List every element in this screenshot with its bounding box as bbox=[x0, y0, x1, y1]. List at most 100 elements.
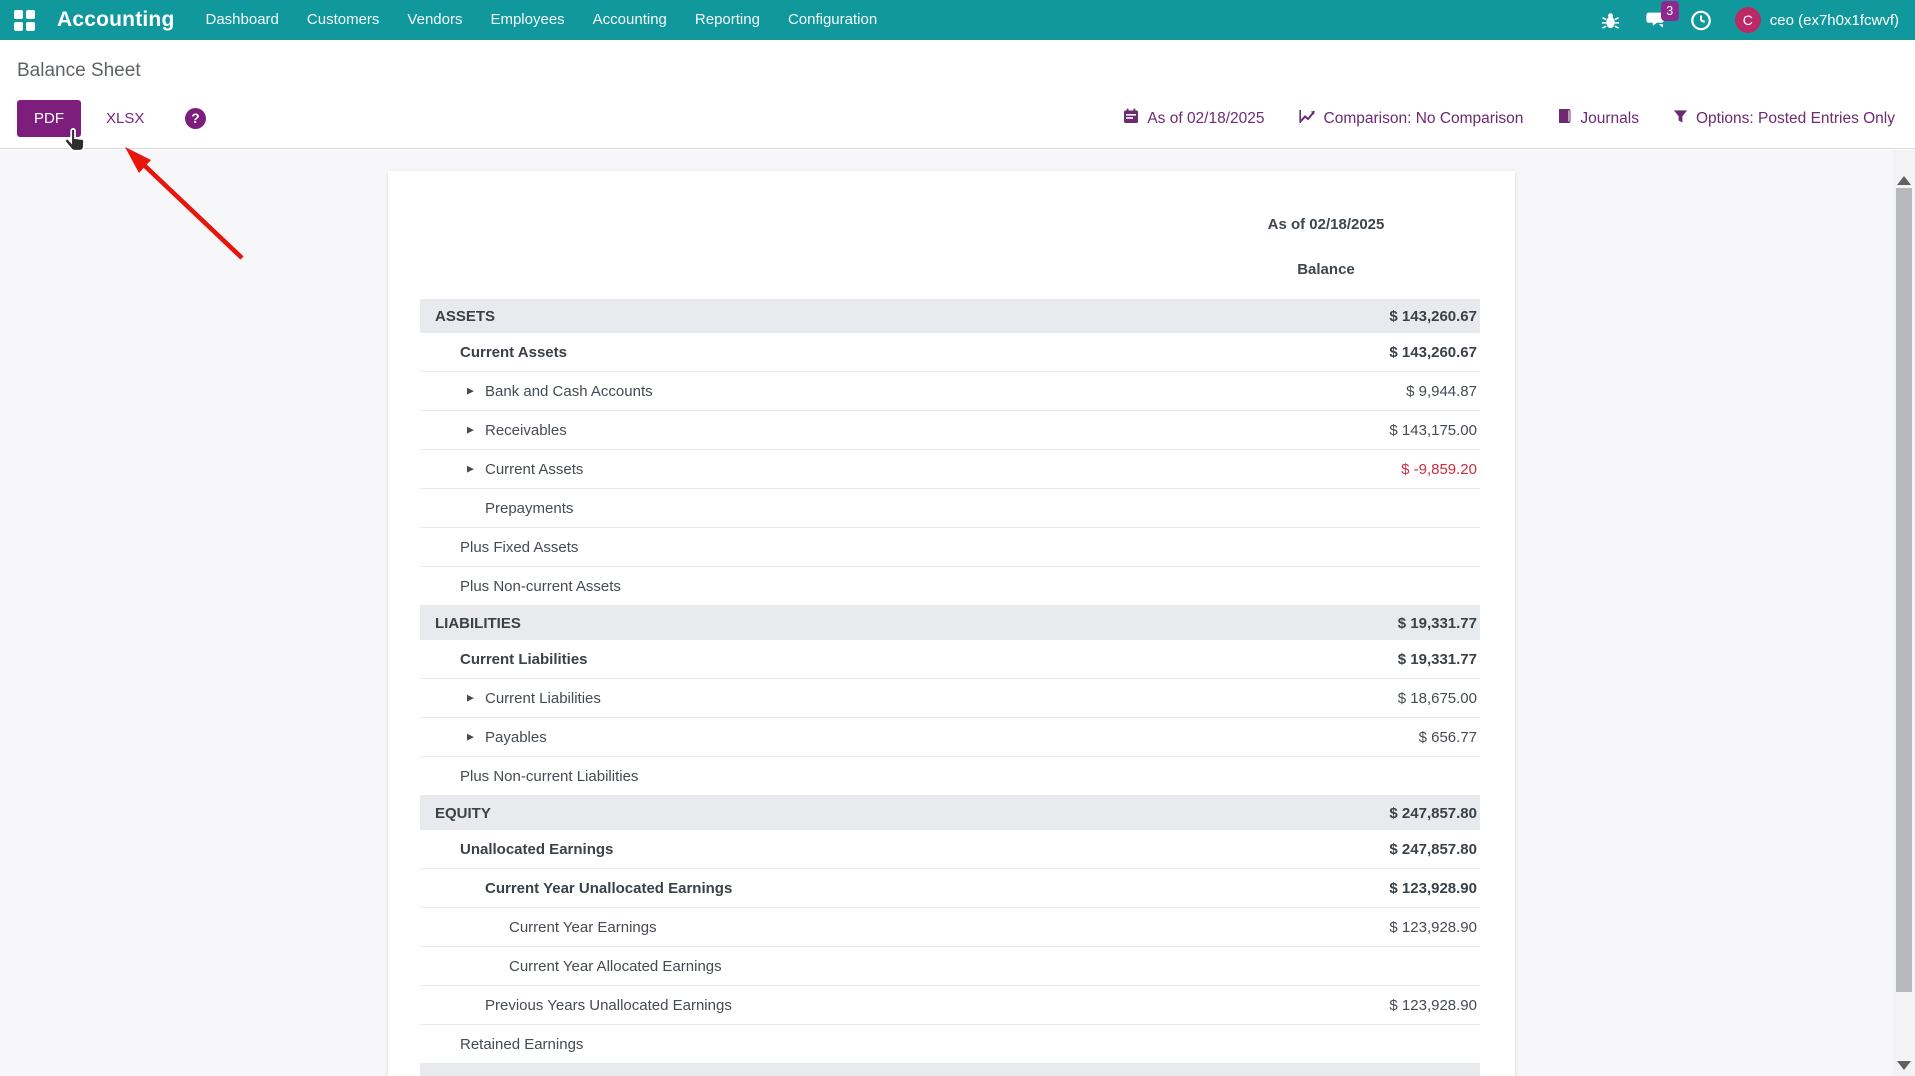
menu-item-employees[interactable]: Employees bbox=[476, 0, 578, 40]
row-label: Current Assets bbox=[420, 344, 567, 361]
avatar: C bbox=[1735, 7, 1761, 33]
row-value: $ 143,260.67 bbox=[1389, 344, 1480, 361]
row-value: $ 19,331.77 bbox=[1398, 615, 1480, 632]
menu-item-customers[interactable]: Customers bbox=[293, 0, 394, 40]
table-row: Plus Fixed Assets bbox=[420, 528, 1480, 567]
column-header-balance: Balance bbox=[1172, 251, 1480, 289]
table-row bbox=[420, 1064, 1480, 1076]
row-value: $ 143,175.00 bbox=[1389, 422, 1480, 439]
menu-item-reporting[interactable]: Reporting bbox=[681, 0, 774, 40]
table-row: EQUITY $ 247,857.80 bbox=[420, 796, 1480, 830]
help-icon[interactable]: ? bbox=[185, 108, 206, 129]
row-value: $ 143,260.67 bbox=[1389, 308, 1480, 325]
table-row: LIABILITIES $ 19,331.77 bbox=[420, 606, 1480, 640]
menu-item-dashboard[interactable]: Dashboard bbox=[192, 0, 293, 40]
scrollbar-up-arrow[interactable] bbox=[1897, 176, 1911, 185]
apps-menu-icon[interactable] bbox=[14, 10, 35, 31]
filter-journals-label: Journals bbox=[1580, 110, 1639, 128]
main-menu: Dashboard Customers Vendors Employees Ac… bbox=[192, 0, 892, 40]
row-value: $ 656.77 bbox=[1419, 729, 1480, 746]
row-label: EQUITY bbox=[420, 805, 491, 822]
table-row[interactable]: ▶Bank and Cash Accounts $ 9,944.87 bbox=[420, 372, 1480, 411]
table-row: Unallocated Earnings $ 247,857.80 bbox=[420, 830, 1480, 869]
filter-options[interactable]: Options: Posted Entries Only bbox=[1673, 109, 1895, 129]
table-row: Plus Non-current Liabilities bbox=[420, 757, 1480, 796]
balance-sheet-table: ASSETS $ 143,260.67 Current Assets $ 143,26… bbox=[420, 299, 1480, 1076]
xlsx-button[interactable]: XLSX bbox=[92, 100, 158, 137]
bug-icon[interactable] bbox=[1600, 9, 1622, 31]
menu-item-accounting[interactable]: Accounting bbox=[579, 0, 681, 40]
row-label: Current Assets bbox=[420, 461, 583, 478]
messages-icon[interactable]: 3 bbox=[1645, 9, 1667, 31]
scrollbar-thumb[interactable] bbox=[1896, 188, 1912, 992]
filter-icon bbox=[1673, 109, 1688, 129]
table-row[interactable]: ▶Payables $ 656.77 bbox=[420, 718, 1480, 757]
row-label: Plus Non-current Assets bbox=[420, 578, 621, 595]
top-navbar: Accounting Dashboard Customers Vendors E… bbox=[0, 0, 1915, 40]
row-label: Current Liabilities bbox=[420, 690, 601, 707]
row-label: ASSETS bbox=[420, 308, 495, 325]
filter-date-label: As of 02/18/2025 bbox=[1147, 110, 1264, 128]
table-row: ASSETS $ 143,260.67 bbox=[420, 299, 1480, 333]
table-row: Previous Years Unallocated Earnings $ 123… bbox=[420, 986, 1480, 1025]
breadcrumb: Balance Sheet bbox=[17, 60, 141, 82]
table-row: Retained Earnings bbox=[420, 1025, 1480, 1064]
row-label: Bank and Cash Accounts bbox=[420, 383, 653, 400]
row-label: Prepayments bbox=[420, 500, 573, 517]
filter-comparison[interactable]: Comparison: No Comparison bbox=[1299, 109, 1524, 129]
row-value: $ 18,675.00 bbox=[1398, 690, 1480, 707]
table-row[interactable]: ▶Current Assets $ -9,859.20 bbox=[420, 450, 1480, 489]
table-row[interactable]: ▶Receivables $ 143,175.00 bbox=[420, 411, 1480, 450]
report-filters: As of 02/18/2025 Comparison: No Comparis… bbox=[1123, 100, 1895, 137]
balance-sheet-card: As of 02/18/2025 Balance ASSETS $ 143,260… bbox=[388, 171, 1515, 1076]
user-menu[interactable]: C ceo (ex7h0x1fcwvf) bbox=[1735, 7, 1899, 33]
unfold-caret-icon[interactable]: ▶ bbox=[467, 732, 474, 743]
row-label: LIABILITIES bbox=[420, 615, 521, 632]
table-row: Current Year Allocated Earnings bbox=[420, 947, 1480, 986]
row-label: Current Year Unallocated Earnings bbox=[420, 880, 732, 897]
row-label: Plus Non-current Liabilities bbox=[420, 768, 638, 785]
column-header-date: As of 02/18/2025 bbox=[1172, 206, 1480, 244]
table-row[interactable]: ▶Current Liabilities $ 18,675.00 bbox=[420, 679, 1480, 718]
scrollbar-down-arrow[interactable] bbox=[1897, 1061, 1911, 1070]
row-label: Unallocated Earnings bbox=[420, 841, 613, 858]
filter-options-label: Options: Posted Entries Only bbox=[1696, 110, 1895, 128]
row-value: $ 9,944.87 bbox=[1406, 383, 1480, 400]
row-value: $ -9,859.20 bbox=[1401, 461, 1480, 478]
row-label: Current Year Allocated Earnings bbox=[420, 958, 722, 975]
menu-item-configuration[interactable]: Configuration bbox=[774, 0, 891, 40]
table-row: Prepayments bbox=[420, 489, 1480, 528]
table-row: Plus Non-current Assets bbox=[420, 567, 1480, 606]
row-label: Receivables bbox=[420, 422, 567, 439]
row-value: $ 123,928.90 bbox=[1389, 880, 1480, 897]
row-label: Plus Fixed Assets bbox=[420, 539, 578, 556]
row-label: Payables bbox=[420, 729, 547, 746]
user-name: ceo (ex7h0x1fcwvf) bbox=[1770, 12, 1899, 29]
vertical-scrollbar bbox=[1893, 150, 1915, 1076]
table-row: Current Year Unallocated Earnings $ 123,9… bbox=[420, 869, 1480, 908]
menu-item-vendors[interactable]: Vendors bbox=[393, 0, 476, 40]
table-row: Current Year Earnings$ 123,928.90 bbox=[420, 908, 1480, 947]
unfold-caret-icon[interactable]: ▶ bbox=[467, 386, 474, 397]
row-value: $ 123,928.90 bbox=[1389, 997, 1480, 1014]
content-area: As of 02/18/2025 Balance ASSETS $ 143,260… bbox=[0, 150, 1915, 1076]
row-value: $ 123,928.90 bbox=[1389, 919, 1480, 936]
table-row: Current Assets $ 143,260.67 bbox=[420, 333, 1480, 372]
activities-clock-icon[interactable] bbox=[1690, 9, 1712, 31]
row-label: Retained Earnings bbox=[420, 1036, 583, 1053]
row-label: Current Liabilities bbox=[420, 651, 588, 668]
filter-journals[interactable]: Journals bbox=[1557, 108, 1639, 129]
unfold-caret-icon[interactable]: ▶ bbox=[467, 425, 474, 436]
filter-date[interactable]: As of 02/18/2025 bbox=[1123, 108, 1264, 129]
row-label: Previous Years Unallocated Earnings bbox=[420, 997, 732, 1014]
pdf-button[interactable]: PDF bbox=[17, 100, 81, 137]
calendar-icon bbox=[1123, 108, 1139, 129]
comparison-icon bbox=[1299, 109, 1316, 129]
app-title: Accounting bbox=[57, 8, 175, 32]
row-value: $ 247,857.80 bbox=[1389, 805, 1480, 822]
unfold-caret-icon[interactable]: ▶ bbox=[467, 693, 474, 704]
filter-comparison-label: Comparison: No Comparison bbox=[1324, 110, 1524, 128]
journals-icon bbox=[1557, 108, 1572, 129]
row-value: $ 247,857.80 bbox=[1389, 841, 1480, 858]
unfold-caret-icon[interactable]: ▶ bbox=[467, 464, 474, 475]
